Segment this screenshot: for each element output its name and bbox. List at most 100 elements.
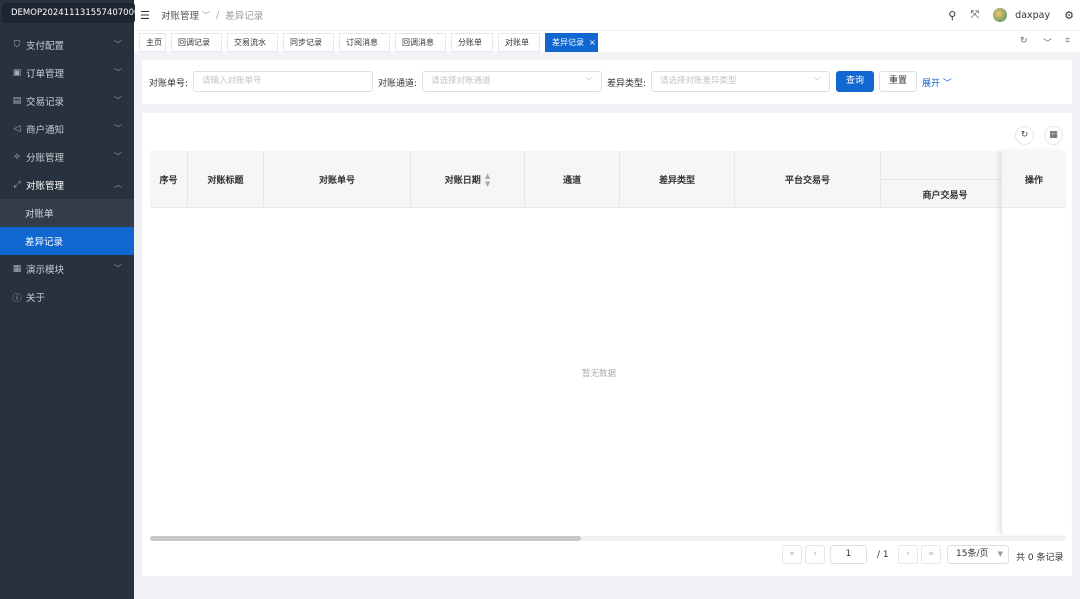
tab-transaction-flow[interactable]: 交易流水: [227, 33, 278, 52]
action-column: 操作: [1001, 151, 1066, 534]
col-channel: 通道: [525, 151, 620, 208]
sort-icon[interactable]: ▲ ▼: [485, 172, 490, 188]
breadcrumb-separator: /: [216, 9, 220, 21]
col-merchant-trade-no: 商户交易号: [881, 179, 1009, 208]
col-statement-no: 对账单号: [264, 151, 411, 208]
header-actions: ⚲ ⤧ daxpay ⚙: [934, 0, 1074, 30]
expand-label: 展开: [922, 79, 941, 89]
horizontal-scrollbar[interactable]: [150, 536, 1066, 541]
username[interactable]: daxpay: [1015, 10, 1050, 21]
sidebar-item-transaction-records[interactable]: ▤ 交易记录 ﹀: [0, 87, 134, 115]
tab-statement[interactable]: 对账单: [498, 33, 540, 52]
reset-button[interactable]: 重置: [879, 71, 917, 92]
chevron-down-icon: ﹀: [114, 264, 122, 273]
sidebar-item-label: 演示模块: [26, 265, 65, 276]
breadcrumb-parent[interactable]: 对账管理: [161, 8, 199, 22]
close-icon[interactable]: ×: [589, 38, 596, 47]
chevron-down-icon: ﹀: [585, 77, 593, 86]
total-pages: / 1: [877, 550, 889, 560]
chevron-down-icon: ﹀: [202, 10, 211, 20]
page-input[interactable]: 1: [830, 545, 867, 564]
sidebar-item-label: 对账管理: [26, 181, 65, 192]
top-header: ☰ 对账管理 ﹀ / 差异记录 ⚲ ⤧ daxpay ⚙: [134, 0, 1080, 30]
sidebar-item-reconcile-management[interactable]: ⤢ 对账管理 ︿: [0, 171, 134, 199]
sidebar-item-label: 分账管理: [26, 153, 65, 164]
col-title: 对账标题: [188, 151, 264, 208]
grid-icon: ▦: [12, 264, 22, 274]
maximize-icon[interactable]: ⌗: [1065, 36, 1070, 46]
gear-icon[interactable]: ⚙: [1064, 9, 1074, 22]
tooltip: DEMOP20241113155740700000110: [2, 3, 135, 23]
sidebar-menu: ⛉ 支付配置 ﹀ ▣ 订单管理 ﹀ ▤ 交易记录 ﹀ ◁ 商户通知 ﹀ ⟡ 分账…: [0, 31, 134, 311]
col-date[interactable]: 对账日期 ▲ ▼: [411, 151, 525, 208]
sidebar-item-order-management[interactable]: ▣ 订单管理 ﹀: [0, 59, 134, 87]
col-platform-trade-no: 平台交易号: [735, 151, 881, 208]
page-size-select[interactable]: 15条/页 ▼: [947, 545, 1009, 564]
search-panel: 对账单号: 请输入对账单号 对账通道: 请选择对账通道 ﹀ 差异类型: 请选择对…: [142, 60, 1072, 104]
refresh-icon[interactable]: ↻: [1015, 126, 1034, 145]
page-size-value: 15条/页: [956, 549, 989, 559]
sidebar-item-label: 商户通知: [26, 125, 65, 136]
expand-toggle[interactable]: 展开 ﹀: [922, 76, 952, 89]
column-settings-icon[interactable]: ▦: [1044, 126, 1063, 145]
fullscreen-icon[interactable]: ⤧: [970, 8, 979, 22]
total-records: 共 0 条记录: [1016, 553, 1064, 563]
breadcrumb-current: 差异记录: [225, 11, 264, 22]
prev-page-button[interactable]: ‹: [805, 545, 825, 564]
table-panel: ↻ ▦ 序号 对账标题 对账单号 对账日期 ▲ ▼ 通道 差异类型 平台交易号 商…: [142, 113, 1072, 576]
sidebar-item-label: 订单管理: [26, 69, 65, 80]
channel-select[interactable]: 请选择对账通道 ﹀: [422, 71, 602, 92]
megaphone-icon: ◁: [13, 124, 21, 134]
sidebar-item-payment-config[interactable]: ⛉ 支付配置 ﹀: [0, 31, 134, 59]
caret-down-icon: ▼: [997, 550, 1003, 558]
empty-text: 暂无数据: [582, 369, 617, 379]
sidebar-item-merchant-notify[interactable]: ◁ 商户通知 ﹀: [0, 115, 134, 143]
sidebar-subitem-diff-records[interactable]: 差异记录: [0, 227, 134, 255]
search-icon[interactable]: ⚲: [948, 9, 956, 22]
chevron-down-icon[interactable]: ﹀: [1043, 36, 1052, 49]
sidebar-item-demo-module[interactable]: ▦ 演示模块 ﹀: [0, 255, 134, 283]
tab-sync-records[interactable]: 同步记录: [283, 33, 334, 52]
chevron-up-icon: ︿: [114, 180, 122, 189]
avatar[interactable]: [993, 8, 1008, 22]
sidebar-item-label: 交易记录: [26, 97, 65, 108]
channel-label: 对账通道:: [378, 79, 418, 89]
query-button[interactable]: 查询: [836, 71, 874, 92]
reconcile-icon: ⤢: [13, 180, 21, 190]
scrollbar-thumb[interactable]: [150, 536, 581, 541]
first-page-button[interactable]: «: [782, 545, 802, 564]
sidebar-item-about[interactable]: ⓘ 关于: [0, 283, 134, 311]
tab-split-orders[interactable]: 分账单: [451, 33, 493, 52]
chevron-down-icon: ﹀: [114, 68, 122, 77]
tab-callback-messages[interactable]: 回调消息: [395, 33, 446, 52]
refresh-tab-icon[interactable]: ↻: [1020, 36, 1028, 46]
chevron-down-icon: ﹀: [114, 124, 122, 133]
diff-type-label: 差异类型:: [607, 79, 647, 89]
tab-home[interactable]: 主页: [139, 33, 166, 52]
sidebar-item-split-management[interactable]: ⟡ 分账管理 ﹀: [0, 143, 134, 171]
menu-fold-icon[interactable]: ☰: [140, 9, 152, 22]
channel-placeholder: 请选择对账通道: [431, 76, 491, 86]
table-header: 序号 对账标题 对账单号 对账日期 ▲ ▼ 通道 差异类型 平台交易号 商户交易号: [150, 151, 1066, 208]
sidebar: DEMOP20241113155740700000110 ⛉ 支付配置 ﹀ ▣ …: [0, 0, 135, 599]
tab-callback-records[interactable]: 回调记录: [171, 33, 222, 52]
diff-type-select[interactable]: 请选择对账差异类型 ﹀: [651, 71, 830, 92]
sidebar-item-label: 关于: [26, 293, 46, 304]
last-page-button[interactable]: »: [921, 545, 941, 564]
next-page-button[interactable]: ›: [898, 545, 918, 564]
tab-subscribe-messages[interactable]: 订阅消息: [339, 33, 390, 52]
order-icon: ▣: [12, 68, 22, 78]
col-date-label: 对账日期: [444, 176, 481, 186]
sidebar-subitem-statement[interactable]: 对账单: [0, 199, 134, 227]
sidebar-item-label: 支付配置: [26, 41, 65, 52]
breadcrumb: 对账管理 ﹀ / 差异记录: [161, 8, 264, 23]
col-action: 操作: [1002, 151, 1066, 208]
document-icon: ▤: [12, 96, 22, 106]
shield-icon: ⛉: [13, 40, 21, 50]
chevron-down-icon: ﹀: [114, 152, 122, 161]
chevron-down-icon: ﹀: [942, 79, 952, 89]
order-no-input[interactable]: 请输入对账单号: [193, 71, 373, 92]
diff-type-placeholder: 请选择对账差异类型: [660, 76, 737, 86]
col-diff-type: 差异类型: [620, 151, 735, 208]
tab-diff-records[interactable]: 差异记录 ×: [545, 33, 598, 52]
